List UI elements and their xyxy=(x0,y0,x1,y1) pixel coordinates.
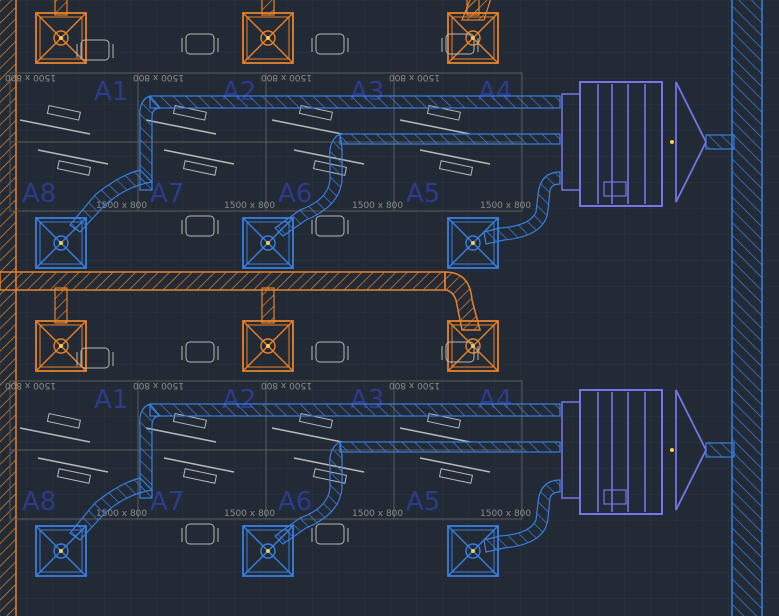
supply-riser xyxy=(54,287,68,324)
supply-riser xyxy=(261,287,275,324)
desk-label-a5[interactable]: A5 xyxy=(406,487,440,517)
desk-label-a8[interactable]: A8 xyxy=(22,179,56,209)
desk-dimension: 1500 x 800 xyxy=(352,509,403,519)
desk-dimension: 1500 x 800 xyxy=(5,72,56,82)
desk-label-a8[interactable]: A8 xyxy=(22,487,56,517)
desk-label-a5[interactable]: A5 xyxy=(406,179,440,209)
desk-label-a1[interactable]: A1 xyxy=(94,385,128,415)
desk-dimension: 1500 x 800 xyxy=(480,201,531,211)
desk-label-a1[interactable]: A1 xyxy=(94,77,128,107)
desk-dimension: 1500 x 800 xyxy=(133,380,184,390)
desk-dimension: 1500 x 800 xyxy=(389,72,440,82)
desk-label-a7[interactable]: A7 xyxy=(150,487,184,517)
desk-label-a6[interactable]: A6 xyxy=(278,487,312,517)
desk-dimension: 1500 x 800 xyxy=(5,380,56,390)
desk-label-a6[interactable]: A6 xyxy=(278,179,312,209)
desk-dimension: 1500 x 800 xyxy=(389,380,440,390)
desk-label-a7[interactable]: A7 xyxy=(150,179,184,209)
hvac-floor-plan: A11500 x 800 A21500 x 800 A31500 x 800 A415… xyxy=(0,0,779,616)
desk-dimension: 1500 x 800 xyxy=(133,72,184,82)
desk-dimension: 1500 x 800 xyxy=(352,201,403,211)
exterior-wall xyxy=(731,0,763,616)
desk-dimension: 1500 x 800 xyxy=(224,201,275,211)
left-wall xyxy=(0,0,16,616)
desk-dimension: 1500 x 800 xyxy=(261,72,312,82)
cad-drawing-canvas[interactable]: A1 1500 x 800 A2 1500 x 800 A3 1500 x 800 A4 15… xyxy=(0,0,779,616)
desk-dimension: 1500 x 800 xyxy=(261,380,312,390)
desk-dimension: 1500 x 800 xyxy=(224,509,275,519)
desk-dimension: 1500 x 800 xyxy=(480,509,531,519)
